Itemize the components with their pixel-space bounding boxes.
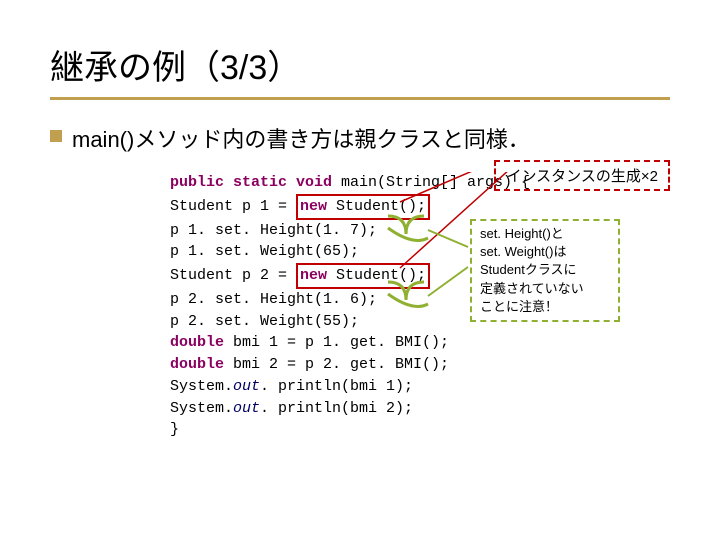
code-text: bmi 1 = p 1. get. BMI(); [224, 334, 449, 351]
title-underline [50, 97, 670, 100]
callout-line: ことに注意！ [480, 298, 610, 316]
code-kw: double [170, 334, 224, 351]
code-text: . println(bmi 2); [260, 400, 413, 417]
code-text: Student p 1 = [170, 198, 296, 215]
code-text: System. [170, 400, 233, 417]
highlight-new2: new Student(); [296, 263, 430, 289]
code-text: . println(bmi 1); [260, 378, 413, 395]
callout-line: Studentクラスに [480, 261, 610, 279]
bullet-row: main()メソッド内の書き方は親クラスと同様． [50, 122, 670, 154]
callout-line: set. Height()と [480, 225, 610, 243]
code-obj: out [233, 378, 260, 395]
code-text: bmi 2 = p 2. get. BMI(); [224, 356, 449, 373]
code-kw: double [170, 356, 224, 373]
code-text: } [170, 419, 670, 441]
subtitle-text: main()メソッド内の書き方は親クラスと同様． [72, 122, 530, 154]
code-obj: out [233, 400, 260, 417]
callout-line: 定義されていない [480, 280, 610, 298]
code-block: public static void main(String[] args) {… [170, 172, 670, 441]
code-kw: public static void [170, 174, 332, 191]
code-text: System. [170, 378, 233, 395]
callout-line: set. Weight()は [480, 243, 610, 261]
highlight-new1: new Student(); [296, 194, 430, 220]
callout-note: set. Height()と set. Weight()は Studentクラス… [470, 219, 620, 322]
code-text: Student p 2 = [170, 267, 296, 284]
code-text: main(String[] args) { [332, 174, 530, 191]
slide-title: 継承の例（3/3） [50, 40, 670, 89]
bullet-icon [50, 130, 62, 142]
